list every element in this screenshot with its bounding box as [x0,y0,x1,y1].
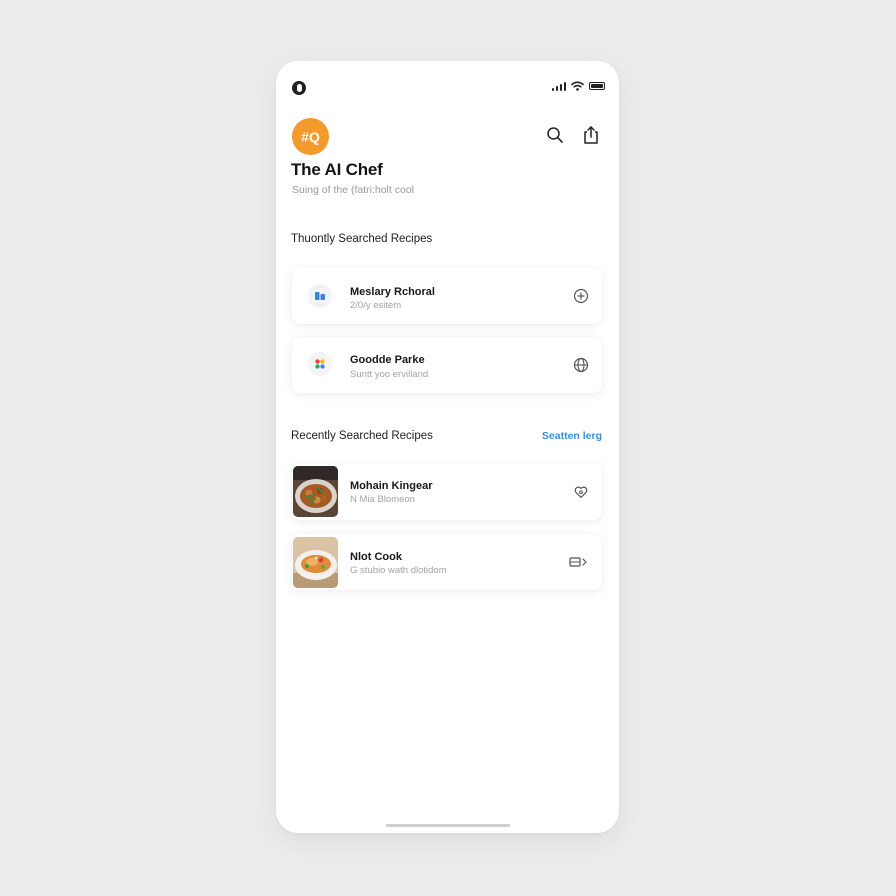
status-icons [551,81,605,91]
wifi-icon [571,81,584,91]
app-subtitle: Suing of the (fatri:holt cool [292,184,414,196]
recent-recipe-card[interactable]: Mohain Kingear N Mia Blomeon [292,463,602,520]
recent-section-title: Recently Searched Recipes [291,430,433,442]
recent-recipe-card[interactable]: Nlot Cook G stubio wath dlotidom [292,534,602,590]
phone-screen: #Q The AI Chef Suing of the (fatri:holt … [276,61,619,833]
camera-icon [292,81,306,95]
cellular-signal-icon [551,81,566,91]
see-all-link[interactable]: Seatten lerg [542,430,602,442]
frequent-recipe-card[interactable]: Goodde Parke Suntt yoo ervilland [292,337,602,393]
recipe-name: Meslary Rchoral [350,286,435,298]
app-title: The AI Chef [291,160,383,179]
home-indicator[interactable] [386,824,510,827]
add-circle-icon[interactable] [572,287,590,305]
open-recipe-icon[interactable] [568,553,590,571]
globe-icon[interactable] [572,356,590,374]
recipe-name: Nlot Cook [350,551,402,563]
blocks-icon [308,284,332,308]
recipe-meta: Suntt yoo ervilland [350,369,429,380]
palette-icon [308,352,332,376]
plated-dish-photo [293,537,338,588]
stir-fry-dish-photo [293,466,338,517]
frequent-section-title: Thuontly Searched Recipes [291,233,433,245]
app-logo: #Q [292,118,329,155]
frequent-recipe-card[interactable]: Meslary Rchoral 2/0/y esitem [292,268,602,324]
recipe-meta: G stubio wath dlotidom [350,565,447,576]
share-icon[interactable] [581,125,601,145]
recipe-name: Goodde Parke [350,354,425,366]
header-actions [545,125,601,145]
heart-icon[interactable] [572,483,590,501]
search-icon[interactable] [545,125,565,145]
status-bar [276,61,619,115]
battery-icon [589,82,605,90]
recipe-name: Mohain Kingear [350,480,433,492]
recipe-meta: N Mia Blomeon [350,494,415,505]
recipe-meta: 2/0/y esitem [350,300,402,311]
